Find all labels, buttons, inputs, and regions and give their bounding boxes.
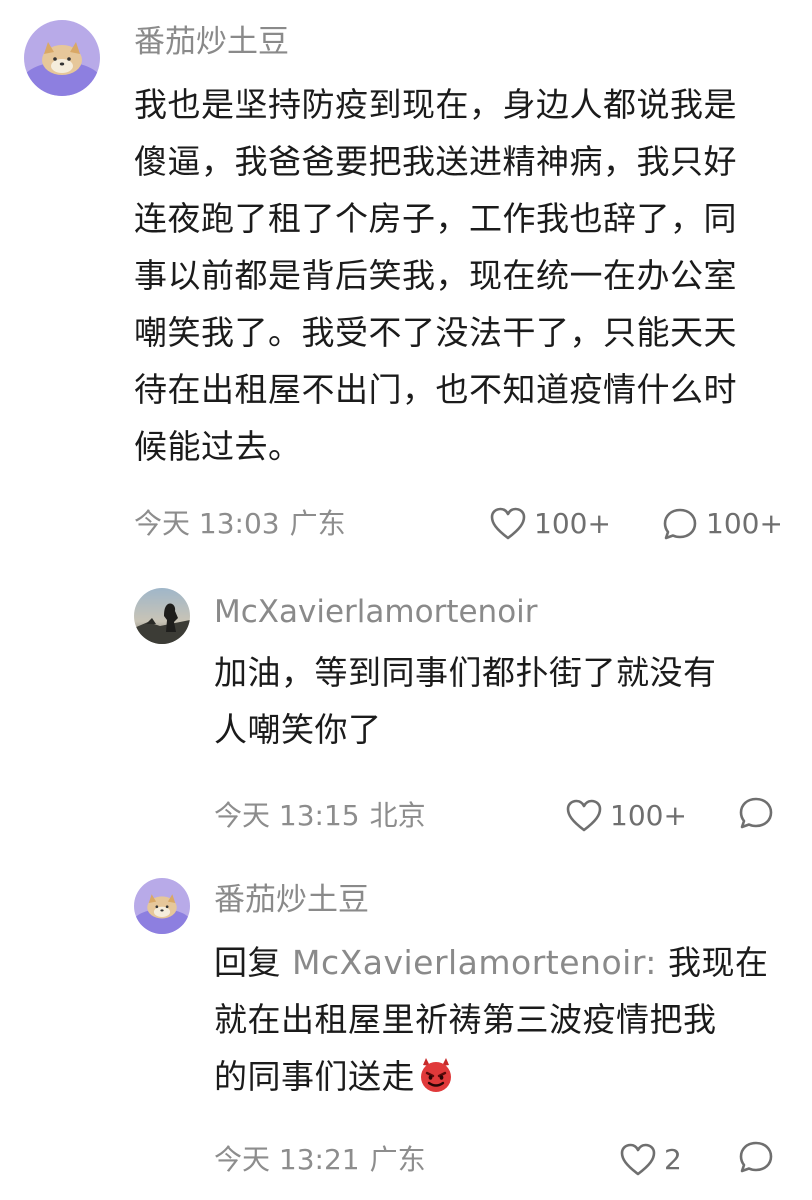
comment-line: 就在出租屋里祈祷第三波疫情把我 xyxy=(214,1000,717,1039)
speech-bubble-outline-icon xyxy=(663,508,697,540)
like-button[interactable]: 100+ xyxy=(566,796,687,836)
location: 北京 xyxy=(369,799,426,832)
devil-face-emoji-icon xyxy=(421,1058,451,1092)
reply-prefix: 回复 xyxy=(214,943,281,982)
shiba-avatar-icon xyxy=(134,878,190,934)
comment-line: 候能过去。 xyxy=(134,427,302,466)
comment-line: 加油，等到同事们都扑街了就没有 xyxy=(214,653,717,692)
avatar[interactable] xyxy=(24,20,100,96)
comment-text: 加油，等到同事们都扑街了就没有 人嘲笑你了 xyxy=(214,644,784,758)
timestamp: 今天 13:15 xyxy=(214,799,360,832)
comment-line: 待在出租屋不出门，也不知道疫情什么时 xyxy=(134,370,737,409)
timestamp: 今天 13:21 xyxy=(214,1143,360,1176)
like-count: 100+ xyxy=(610,799,687,832)
comment-meta: 今天 13:03 广东 xyxy=(134,504,346,544)
username[interactable]: 番茄炒土豆 xyxy=(134,22,289,62)
like-button[interactable]: 100+ xyxy=(490,504,611,544)
avatar[interactable] xyxy=(134,588,190,644)
avatar[interactable] xyxy=(134,878,190,934)
comment-line: 嘲笑我了。我受不了没法干了，只能天天 xyxy=(134,313,737,352)
speech-bubble-outline-icon xyxy=(739,1141,773,1173)
comment-line: 的同事们送走 xyxy=(214,1048,794,1105)
comment-line: 事以前都是背后笑我，现在统一在办公室 xyxy=(134,256,737,295)
comment-text: 我也是坚持防疫到现在，身边人都说我是 傻逼，我爸爸要把我送进精神病，我只好 连夜… xyxy=(134,76,794,475)
heart-outline-icon xyxy=(490,507,526,540)
reply-count: 100+ xyxy=(706,507,783,540)
like-count: 100+ xyxy=(534,507,611,540)
comment-line: 回复 McXavierlamortenoir: 我现在 xyxy=(214,934,794,991)
timestamp: 今天 13:03 xyxy=(134,507,280,540)
comment-meta: 今天 13:15 北京 xyxy=(214,796,426,836)
comment-line-text: 的同事们送走 xyxy=(214,1057,415,1096)
heart-outline-icon xyxy=(620,1143,656,1176)
comment-line: 连夜跑了租了个房子，工作我也辞了，同 xyxy=(134,199,737,238)
like-button[interactable]: 2 xyxy=(620,1140,682,1180)
username[interactable]: McXavierlamortenoir xyxy=(214,592,538,632)
reply-button[interactable] xyxy=(738,1140,774,1174)
reply-target-username[interactable]: McXavierlamortenoir: xyxy=(292,943,657,982)
reply-button[interactable]: 100+ xyxy=(662,504,783,544)
username[interactable]: 番茄炒土豆 xyxy=(214,880,369,920)
comment-line: 我也是坚持防疫到现在，身边人都说我是 xyxy=(134,85,737,124)
location: 广东 xyxy=(369,1143,426,1176)
like-count: 2 xyxy=(664,1143,682,1176)
comment-line: 人嘲笑你了 xyxy=(214,710,382,749)
speech-bubble-outline-icon xyxy=(739,797,773,829)
landscape-silhouette-avatar-icon xyxy=(134,588,190,644)
heart-outline-icon xyxy=(566,799,602,832)
reply-button[interactable] xyxy=(738,796,774,830)
comment-text: 回复 McXavierlamortenoir: 我现在 就在出租屋里祈祷第三波疫… xyxy=(214,934,794,1105)
comment-meta: 今天 13:21 广东 xyxy=(214,1140,426,1180)
location: 广东 xyxy=(289,507,346,540)
shiba-avatar-icon xyxy=(24,20,100,96)
comment-line-text: 我现在 xyxy=(667,943,769,982)
comment-line: 傻逼，我爸爸要把我送进精神病，我只好 xyxy=(134,142,737,181)
